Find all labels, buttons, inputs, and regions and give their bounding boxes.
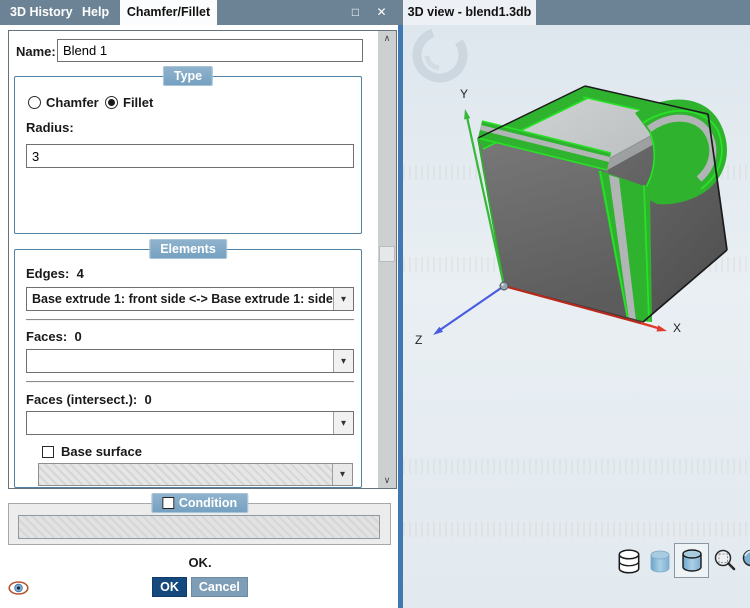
radio-chamfer[interactable]: [28, 96, 41, 109]
radius-input[interactable]: [26, 144, 354, 168]
orbit-widget[interactable]: [408, 25, 472, 87]
faces-intersect-dropdown[interactable]: ▾: [26, 411, 354, 435]
faces-count: 0: [74, 329, 82, 344]
faces-intersect-count: 0: [144, 392, 152, 407]
zoom-extra-button[interactable]: [740, 548, 750, 574]
condition-group-badge: Condition: [150, 493, 249, 513]
name-label: Name:: [16, 44, 56, 59]
elements-group-title: Elements: [160, 242, 216, 256]
base-surface-dropdown: ▾: [38, 463, 353, 486]
base-surface-checkbox[interactable]: [42, 446, 54, 458]
edges-count: 4: [76, 266, 84, 281]
z-axis: [436, 285, 505, 333]
chevron-down-icon: ▾: [332, 464, 352, 485]
menu-3d-history[interactable]: 3D History: [4, 0, 79, 25]
faces-dropdown[interactable]: ▾: [26, 349, 354, 373]
scrollbar-thumb[interactable]: [379, 246, 395, 262]
radius-label: Radius:: [26, 120, 74, 135]
separator: [26, 319, 354, 321]
tab-3d-view[interactable]: 3D view - blend1.3db: [403, 0, 536, 25]
x-axis-arrow-icon: [656, 325, 667, 332]
y-axis-arrow-icon: [464, 109, 471, 120]
type-group-badge: Type: [162, 66, 214, 86]
radio-fillet-label[interactable]: Fillet: [123, 95, 153, 110]
z-axis-label: Z: [415, 333, 422, 347]
right-tab-bar: 3D view - blend1.3db: [403, 0, 750, 25]
maximize-button[interactable]: □: [343, 0, 368, 25]
base-surface-dropdown-value: [39, 464, 332, 485]
chevron-down-icon[interactable]: ▾: [333, 412, 353, 434]
type-group-title: Type: [173, 69, 203, 83]
wireframe-display-mode-button[interactable]: [615, 548, 643, 576]
application-window: 3D History Help Chamfer/Fillet □ ✕ Name:…: [0, 0, 750, 608]
radio-chamfer-label[interactable]: Chamfer: [46, 95, 99, 110]
elements-group-badge: Elements: [149, 239, 227, 259]
condition-checkbox[interactable]: [161, 497, 174, 509]
faces-intersect-label: Faces (intersect.): 0: [26, 392, 152, 407]
cube-model[interactable]: [477, 85, 728, 323]
separator: [26, 381, 354, 383]
edges-dropdown[interactable]: Base extrude 1: front side <-> Base extr…: [26, 287, 354, 311]
status-text: OK.: [188, 555, 212, 570]
edges-label: Edges: 4: [26, 266, 84, 281]
zoom-window-button[interactable]: [712, 548, 738, 574]
origin-marker-highlight: [501, 283, 504, 286]
shaded-display-mode-button[interactable]: [647, 549, 673, 575]
faces-dropdown-value: [27, 350, 333, 372]
radio-fillet[interactable]: [105, 96, 118, 109]
y-axis-label: Y: [460, 87, 468, 101]
chevron-down-icon[interactable]: ▾: [333, 350, 353, 372]
name-input[interactable]: [57, 39, 363, 62]
origin-marker: [499, 281, 509, 291]
3d-viewport[interactable]: X Y Z: [403, 25, 750, 608]
faces-label: Faces: 0: [26, 329, 82, 344]
edges-dropdown-value: Base extrude 1: front side <-> Base extr…: [32, 292, 333, 306]
visibility-eye-icon[interactable]: [8, 580, 29, 596]
faces-intersect-dropdown-value: [27, 412, 333, 434]
left-menu-bar: 3D History Help Chamfer/Fillet □ ✕: [0, 0, 403, 25]
chevron-down-icon[interactable]: ▾: [333, 288, 353, 310]
vertical-scrollbar[interactable]: ∧ ∨: [378, 31, 396, 488]
x-axis-label: X: [673, 321, 681, 335]
shaded-with-edges-display-mode-button[interactable]: [679, 548, 705, 574]
menu-help[interactable]: Help: [76, 0, 115, 25]
tab-chamfer-fillet[interactable]: Chamfer/Fillet: [120, 0, 217, 25]
base-surface-label[interactable]: Base surface: [61, 444, 142, 459]
condition-input: [18, 515, 380, 539]
close-button[interactable]: ✕: [369, 0, 394, 25]
3d-scene[interactable]: X Y Z: [403, 25, 750, 608]
scroll-down-arrow-icon[interactable]: ∨: [378, 473, 396, 488]
ok-button[interactable]: OK: [152, 577, 187, 597]
cancel-button[interactable]: Cancel: [190, 577, 248, 597]
condition-group-title: Condition: [178, 496, 238, 510]
scroll-up-arrow-icon[interactable]: ∧: [378, 31, 396, 46]
